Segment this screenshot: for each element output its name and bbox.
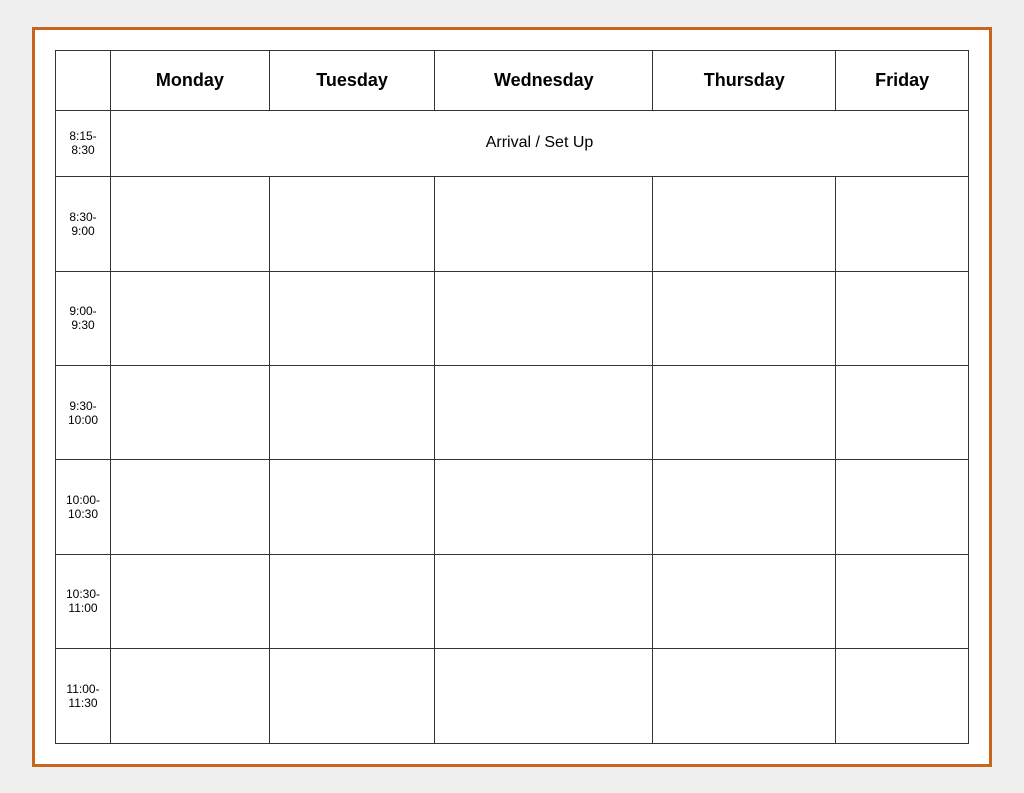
page-container: Monday Tuesday Wednesday Thursday Friday… (32, 27, 992, 767)
table-row: 9:00-9:30 (56, 271, 969, 365)
cell-thu-1030 (653, 554, 836, 648)
cell-mon-1100 (111, 649, 270, 743)
cell-thu-830 (653, 177, 836, 271)
cell-fri-1030 (836, 554, 969, 648)
cell-wed-1000 (435, 460, 653, 554)
cell-tue-900 (269, 271, 435, 365)
cell-fri-900 (836, 271, 969, 365)
cell-tue-830 (269, 177, 435, 271)
cell-thu-900 (653, 271, 836, 365)
header-time (56, 50, 111, 110)
cell-mon-930 (111, 365, 270, 459)
table-row: 10:30-11:00 (56, 554, 969, 648)
cell-fri-930 (836, 365, 969, 459)
cell-tue-1030 (269, 554, 435, 648)
cell-wed-900 (435, 271, 653, 365)
time-1000-1030: 10:00-10:30 (56, 460, 111, 554)
table-row: 9:30-10:00 (56, 365, 969, 459)
cell-fri-830 (836, 177, 969, 271)
table-row: 10:00-10:30 (56, 460, 969, 554)
time-1030-1100: 10:30-11:00 (56, 554, 111, 648)
header-monday: Monday (111, 50, 270, 110)
header-row: Monday Tuesday Wednesday Thursday Friday (56, 50, 969, 110)
arrival-cell: Arrival / Set Up (111, 110, 969, 177)
cell-thu-930 (653, 365, 836, 459)
time-1100-1130: 11:00-11:30 (56, 649, 111, 743)
header-tuesday: Tuesday (269, 50, 435, 110)
header-wednesday: Wednesday (435, 50, 653, 110)
cell-fri-1100 (836, 649, 969, 743)
header-thursday: Thursday (653, 50, 836, 110)
cell-thu-1100 (653, 649, 836, 743)
cell-tue-1000 (269, 460, 435, 554)
table-row: 11:00-11:30 (56, 649, 969, 743)
cell-mon-900 (111, 271, 270, 365)
cell-wed-830 (435, 177, 653, 271)
header-friday: Friday (836, 50, 969, 110)
time-900-930: 9:00-9:30 (56, 271, 111, 365)
cell-tue-930 (269, 365, 435, 459)
cell-wed-1100 (435, 649, 653, 743)
schedule-table: Monday Tuesday Wednesday Thursday Friday… (55, 50, 969, 744)
cell-mon-830 (111, 177, 270, 271)
cell-mon-1030 (111, 554, 270, 648)
cell-mon-1000 (111, 460, 270, 554)
time-815-830: 8:15-8:30 (56, 110, 111, 177)
cell-tue-1100 (269, 649, 435, 743)
arrival-row: 8:15-8:30 Arrival / Set Up (56, 110, 969, 177)
cell-fri-1000 (836, 460, 969, 554)
time-830-900: 8:30-9:00 (56, 177, 111, 271)
cell-wed-1030 (435, 554, 653, 648)
cell-thu-1000 (653, 460, 836, 554)
table-row: 8:30-9:00 (56, 177, 969, 271)
time-930-1000: 9:30-10:00 (56, 365, 111, 459)
cell-wed-930 (435, 365, 653, 459)
